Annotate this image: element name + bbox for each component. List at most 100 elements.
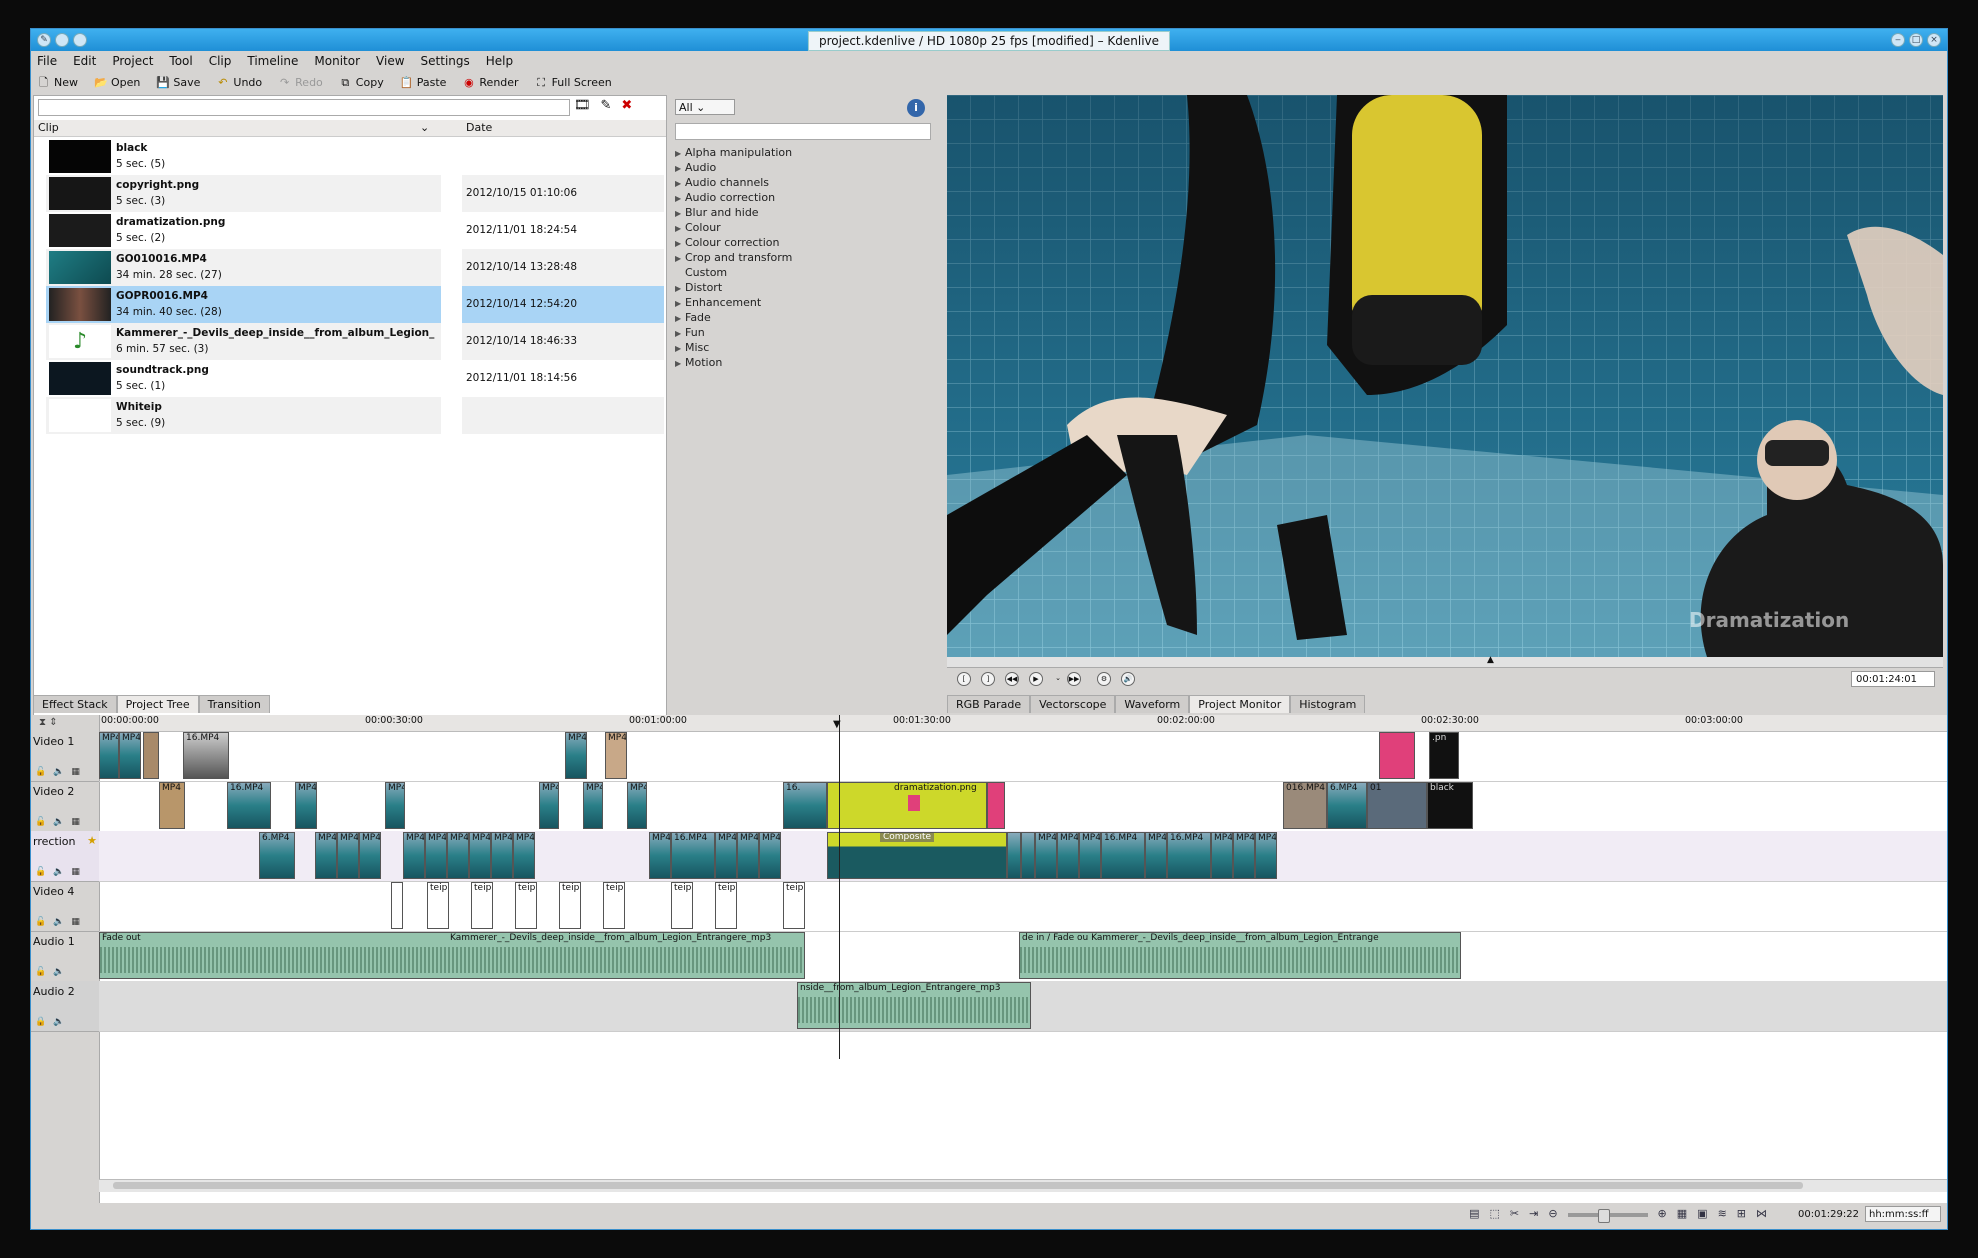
- track-header-video-2[interactable]: Video 2 🔓🔈▦: [31, 781, 99, 832]
- timeline-clip-whiteip[interactable]: teip: [715, 882, 737, 929]
- bin-clip-kammerer[interactable]: ♪ Kammerer_-_Devils_deep_inside__from_al…: [46, 323, 441, 360]
- timeline-clip-whiteip[interactable]: teip: [427, 882, 449, 929]
- timeline-clip[interactable]: 16.MP4: [227, 782, 271, 829]
- timeline-scrollbar[interactable]: [99, 1179, 1947, 1192]
- timecode-format-select[interactable]: hh:mm:ss:ff ⌄: [1865, 1206, 1941, 1229]
- spacer-tool-icon[interactable]: ⇥: [1529, 1207, 1538, 1220]
- timeline-clip[interactable]: MP4: [1211, 832, 1233, 879]
- timeline-clip-black[interactable]: black: [1427, 782, 1473, 829]
- timeline-clip[interactable]: MP4: [425, 832, 447, 879]
- track-lock-mute-icons[interactable]: 🔓🔈▦: [35, 767, 87, 777]
- effect-category[interactable]: ▶ Blur and hide: [675, 205, 792, 220]
- track-view-icon[interactable]: ▤: [1469, 1207, 1479, 1220]
- timeline-clip[interactable]: 01: [1367, 782, 1427, 829]
- timeline-clip[interactable]: MP4: [119, 732, 141, 779]
- monitor-ruler[interactable]: ▲: [947, 655, 1943, 668]
- playhead-marker-icon[interactable]: ▼: [833, 719, 841, 730]
- timeline-clip[interactable]: 16.MP4: [183, 732, 229, 779]
- timeline-clip[interactable]: MP4: [1035, 832, 1057, 879]
- timeline-clip-whiteip[interactable]: teip: [783, 882, 805, 929]
- waveform-icon[interactable]: ≋: [1718, 1207, 1727, 1220]
- tab-effect-stack[interactable]: Effect Stack: [33, 695, 117, 713]
- menu-timeline[interactable]: Timeline: [247, 54, 298, 68]
- timeline-clip[interactable]: 16.MP4: [1101, 832, 1145, 879]
- timeline-clip-composite[interactable]: Composite: [827, 832, 1007, 879]
- bin-clip-go010016[interactable]: GO010016.MP4 34 min. 28 sec. (27): [46, 249, 441, 286]
- effect-category[interactable]: ▶ Colour: [675, 220, 792, 235]
- forward-icon[interactable]: ▶▶: [1067, 672, 1081, 686]
- tab-project-monitor[interactable]: Project Monitor: [1189, 695, 1291, 713]
- timeline-clip[interactable]: MP4: [1255, 832, 1277, 879]
- zoom-out-icon[interactable]: ⊖: [1548, 1207, 1557, 1220]
- timeline-clip[interactable]: 016.MP4: [1283, 782, 1327, 829]
- timeline-clip[interactable]: MP4: [627, 782, 647, 829]
- effect-category[interactable]: ▶ Motion: [675, 355, 792, 370]
- split-audio-icon[interactable]: ▦: [1677, 1207, 1687, 1220]
- bin-clip-dramatization[interactable]: dramatization.png 5 sec. (2): [46, 212, 441, 249]
- track-lock-mute-icons[interactable]: 🔓🔈: [35, 967, 71, 977]
- undo-button[interactable]: ↶ Undo: [216, 76, 262, 89]
- effect-search-input[interactable]: [675, 123, 931, 140]
- timeline-clip[interactable]: MP4: [539, 782, 559, 829]
- add-clip-icon[interactable]: 🎞: [574, 98, 591, 113]
- scrollbar-thumb[interactable]: [113, 1182, 1803, 1189]
- redo-button[interactable]: ↷ Redo: [278, 76, 323, 89]
- timeline-audio-clip[interactable]: Fade out Kammerer_-_Devils_deep_inside__…: [99, 932, 805, 979]
- window-minimize-icon[interactable]: ‒: [1891, 33, 1905, 47]
- tab-vectorscope[interactable]: Vectorscope: [1030, 695, 1116, 713]
- monitor-settings-icon[interactable]: ⚙: [1097, 672, 1111, 686]
- track-header-correction[interactable]: rrection ★ 🔓🔈▦: [31, 831, 99, 882]
- tab-rgb-parade[interactable]: RGB Parade: [947, 695, 1031, 713]
- tab-project-tree[interactable]: Project Tree: [116, 695, 199, 713]
- timeline-clip[interactable]: MP4: [295, 782, 317, 829]
- effect-category[interactable]: ▶ Audio: [675, 160, 792, 175]
- composite-transition-label[interactable]: Composite: [880, 833, 935, 842]
- timeline-clip[interactable]: .pn: [1429, 732, 1459, 779]
- markers-icon[interactable]: ⊞: [1737, 1207, 1746, 1220]
- timeline-clip[interactable]: MP4: [715, 832, 737, 879]
- play-icon[interactable]: ▶: [1029, 672, 1043, 686]
- thumbnails-icon[interactable]: ▣: [1697, 1207, 1707, 1220]
- track-lock-mute-icons[interactable]: 🔒🔈: [35, 1017, 71, 1027]
- effect-category[interactable]: ▶ Fun: [675, 325, 792, 340]
- effect-category[interactable]: ▶ Crop and transform: [675, 250, 792, 265]
- timeline-clip[interactable]: 6.MP4: [259, 832, 295, 879]
- track-header-video-1[interactable]: Video 1 🔓🔈▦: [31, 731, 99, 782]
- timeline-clip[interactable]: 16.MP4: [1167, 832, 1211, 879]
- effect-filter-select[interactable]: All ⌄: [675, 99, 735, 115]
- timeline-clip[interactable]: MP4: [359, 832, 381, 879]
- timeline-clip[interactable]: MP4: [447, 832, 469, 879]
- track-lock-mute-icons[interactable]: 🔓🔈▦: [35, 817, 87, 827]
- project-monitor-view[interactable]: Dramatization: [947, 95, 1943, 657]
- rewind-icon[interactable]: ◀◀: [1005, 672, 1019, 686]
- bin-clip-whiteip[interactable]: Whiteip 5 sec. (9): [46, 397, 441, 434]
- timeline-clip[interactable]: 6.MP4: [1327, 782, 1367, 829]
- bin-clip-copyright[interactable]: copyright.png 5 sec. (3): [46, 175, 441, 212]
- info-icon[interactable]: i: [907, 99, 925, 117]
- timeline-clip[interactable]: MP4: [385, 782, 405, 829]
- timeline-clip[interactable]: [391, 882, 403, 929]
- zoom-in-icon[interactable]: ⊕: [1658, 1207, 1667, 1220]
- timeline-audio-clip[interactable]: nside__from_album_Legion_Entrangere_mp3: [797, 982, 1031, 1029]
- timeline-ruler[interactable]: 00:00:00:00 00:00:30:00 00:01:00:00 00:0…: [99, 715, 1947, 732]
- play-options-chevron-icon[interactable]: ⌄: [1051, 672, 1065, 686]
- monitor-timecode-input[interactable]: 00:01:24:01: [1851, 671, 1935, 687]
- tab-histogram[interactable]: Histogram: [1290, 695, 1366, 713]
- effect-category[interactable]: ▶ Enhancement: [675, 295, 792, 310]
- timeline-clip[interactable]: MP4: [403, 832, 425, 879]
- menu-help[interactable]: Help: [486, 54, 513, 68]
- menu-project[interactable]: Project: [112, 54, 153, 68]
- timeline-clip[interactable]: [1021, 832, 1035, 879]
- track-header-video-4[interactable]: Video 4 🔓🔈▦: [31, 881, 99, 932]
- effect-category[interactable]: ▶ Alpha manipulation: [675, 145, 792, 160]
- keep-above-icon[interactable]: [73, 33, 87, 47]
- bin-clip-black[interactable]: black 5 sec. (5): [46, 138, 441, 175]
- effect-category[interactable]: Custom: [675, 265, 792, 280]
- clip-column-header[interactable]: Clip: [38, 121, 59, 134]
- effect-category[interactable]: ▶ Misc: [675, 340, 792, 355]
- window-maximize-icon[interactable]: □: [1909, 33, 1923, 47]
- menu-edit[interactable]: Edit: [73, 54, 96, 68]
- snap-icon[interactable]: ⋈: [1756, 1207, 1767, 1220]
- timeline-clip[interactable]: MP4: [469, 832, 491, 879]
- timeline-audio-clip[interactable]: de in / Fade ou Kammerer_-_Devils_deep_i…: [1019, 932, 1461, 979]
